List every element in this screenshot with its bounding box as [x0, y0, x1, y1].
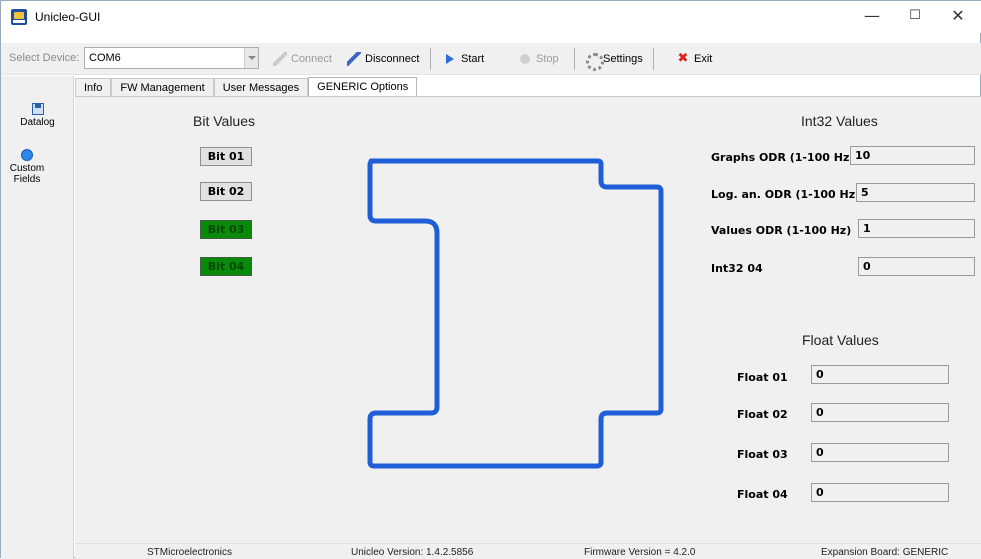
stop-icon [518, 52, 532, 66]
board-outline-path [367, 158, 664, 469]
float-values-heading: Float Values [802, 332, 879, 348]
bit-02-button[interactable]: Bit 02 [200, 182, 252, 201]
firmware-version-text: Firmware Version = 4.2.0 [584, 547, 696, 558]
float-03-label: Float 03 [737, 448, 788, 461]
float-01-label: Float 01 [737, 371, 788, 384]
float-03-field[interactable]: 0 [811, 443, 949, 462]
toolbar-separator [653, 48, 654, 70]
sidebar: Datalog Custom Fields [1, 76, 74, 559]
stop-button[interactable]: Stop [518, 49, 559, 69]
device-select[interactable]: COM6 [84, 47, 259, 69]
bit-01-button[interactable]: Bit 01 [200, 147, 252, 166]
settings-label: Settings [603, 53, 643, 65]
tab-strip: Info FW Management User Messages GENERIC… [75, 77, 418, 97]
unplug-icon [347, 52, 361, 66]
app-window: Unicleo-GUI — ☐ ✕ Select Device: COM6 Co… [0, 0, 981, 559]
bit-values-heading: Bit Values [193, 113, 255, 129]
float-02-field[interactable]: 0 [811, 403, 949, 422]
tab-generic-options[interactable]: GENERIC Options [308, 77, 418, 97]
play-icon [443, 52, 457, 66]
unicleo-version-text: Unicleo Version: 1.4.2.5856 [351, 547, 474, 558]
title-bar: Unicleo-GUI — ☐ ✕ [1, 1, 981, 33]
int32-04-field[interactable]: 0 [858, 257, 975, 276]
device-select-value: COM6 [89, 52, 121, 64]
settings-button[interactable]: Settings [585, 49, 643, 71]
floppy-icon [31, 103, 44, 115]
stop-label: Stop [536, 53, 559, 65]
exit-label: Exit [694, 53, 713, 65]
generic-options-panel: Bit Values Bit 01 Bit 02 Bit 03 Bit 04 I… [75, 96, 981, 543]
close-button[interactable]: ✕ [937, 5, 979, 29]
app-logo-icon [11, 9, 27, 25]
board-outline-shape [367, 158, 664, 469]
toolbar-separator [430, 48, 431, 70]
plug-icon [273, 52, 287, 66]
values-odr-label: Values ODR (1-100 Hz) [711, 224, 852, 237]
bit-04-button[interactable]: Bit 04 [200, 257, 252, 276]
toolbar: Select Device: COM6 Connect Disconnect S… [1, 43, 981, 75]
tab-fw-management[interactable]: FW Management [111, 78, 214, 97]
maximize-button[interactable]: ☐ [894, 5, 936, 29]
company-text: STMicroelectronics [147, 547, 233, 558]
globe-icon [21, 149, 33, 161]
float-01-field[interactable]: 0 [811, 365, 949, 384]
sidebar-item-label: Datalog [20, 117, 55, 128]
values-odr-field[interactable]: 1 [858, 219, 975, 238]
tab-info[interactable]: Info [75, 78, 112, 97]
int32-04-label: Int32 04 [711, 262, 763, 275]
start-button[interactable]: Start [443, 49, 484, 69]
start-label: Start [461, 53, 485, 65]
sidebar-item-custom-fields[interactable]: Custom Fields [1, 149, 53, 185]
float-04-label: Float 04 [737, 488, 788, 501]
connect-button[interactable]: Connect [273, 49, 332, 69]
sidebar-item-datalog[interactable]: Datalog [1, 103, 74, 128]
disconnect-label: Disconnect [365, 53, 420, 65]
minimize-button[interactable]: — [851, 5, 893, 29]
tab-user-messages[interactable]: User Messages [213, 78, 309, 97]
exit-button[interactable]: ✖ Exit [676, 49, 713, 69]
graphs-odr-field[interactable]: 10 [850, 146, 975, 165]
select-device-label: Select Device: [9, 52, 80, 64]
exit-x-icon: ✖ [677, 51, 689, 66]
int32-values-heading: Int32 Values [801, 113, 878, 129]
expansion-board-text: Expansion Board: GENERIC [821, 547, 949, 558]
float-04-field[interactable]: 0 [811, 483, 949, 502]
bit-03-button[interactable]: Bit 03 [200, 220, 252, 239]
log-odr-field[interactable]: 5 [856, 183, 975, 202]
toolbar-separator [574, 48, 575, 70]
float-02-label: Float 02 [737, 408, 788, 421]
chevron-down-icon[interactable] [244, 48, 258, 68]
window-title: Unicleo-GUI [35, 10, 101, 24]
connect-label: Connect [291, 53, 332, 65]
gear-icon [585, 52, 604, 71]
graphs-odr-label: Graphs ODR (1-100 Hz) [711, 151, 855, 164]
log-odr-label: Log. an. ODR (1-100 Hz) [711, 188, 861, 201]
disconnect-button[interactable]: Disconnect [347, 49, 419, 69]
status-bar: STMicroelectronics Unicleo Version: 1.4.… [75, 543, 981, 559]
sidebar-item-label: Custom Fields [9, 163, 45, 185]
